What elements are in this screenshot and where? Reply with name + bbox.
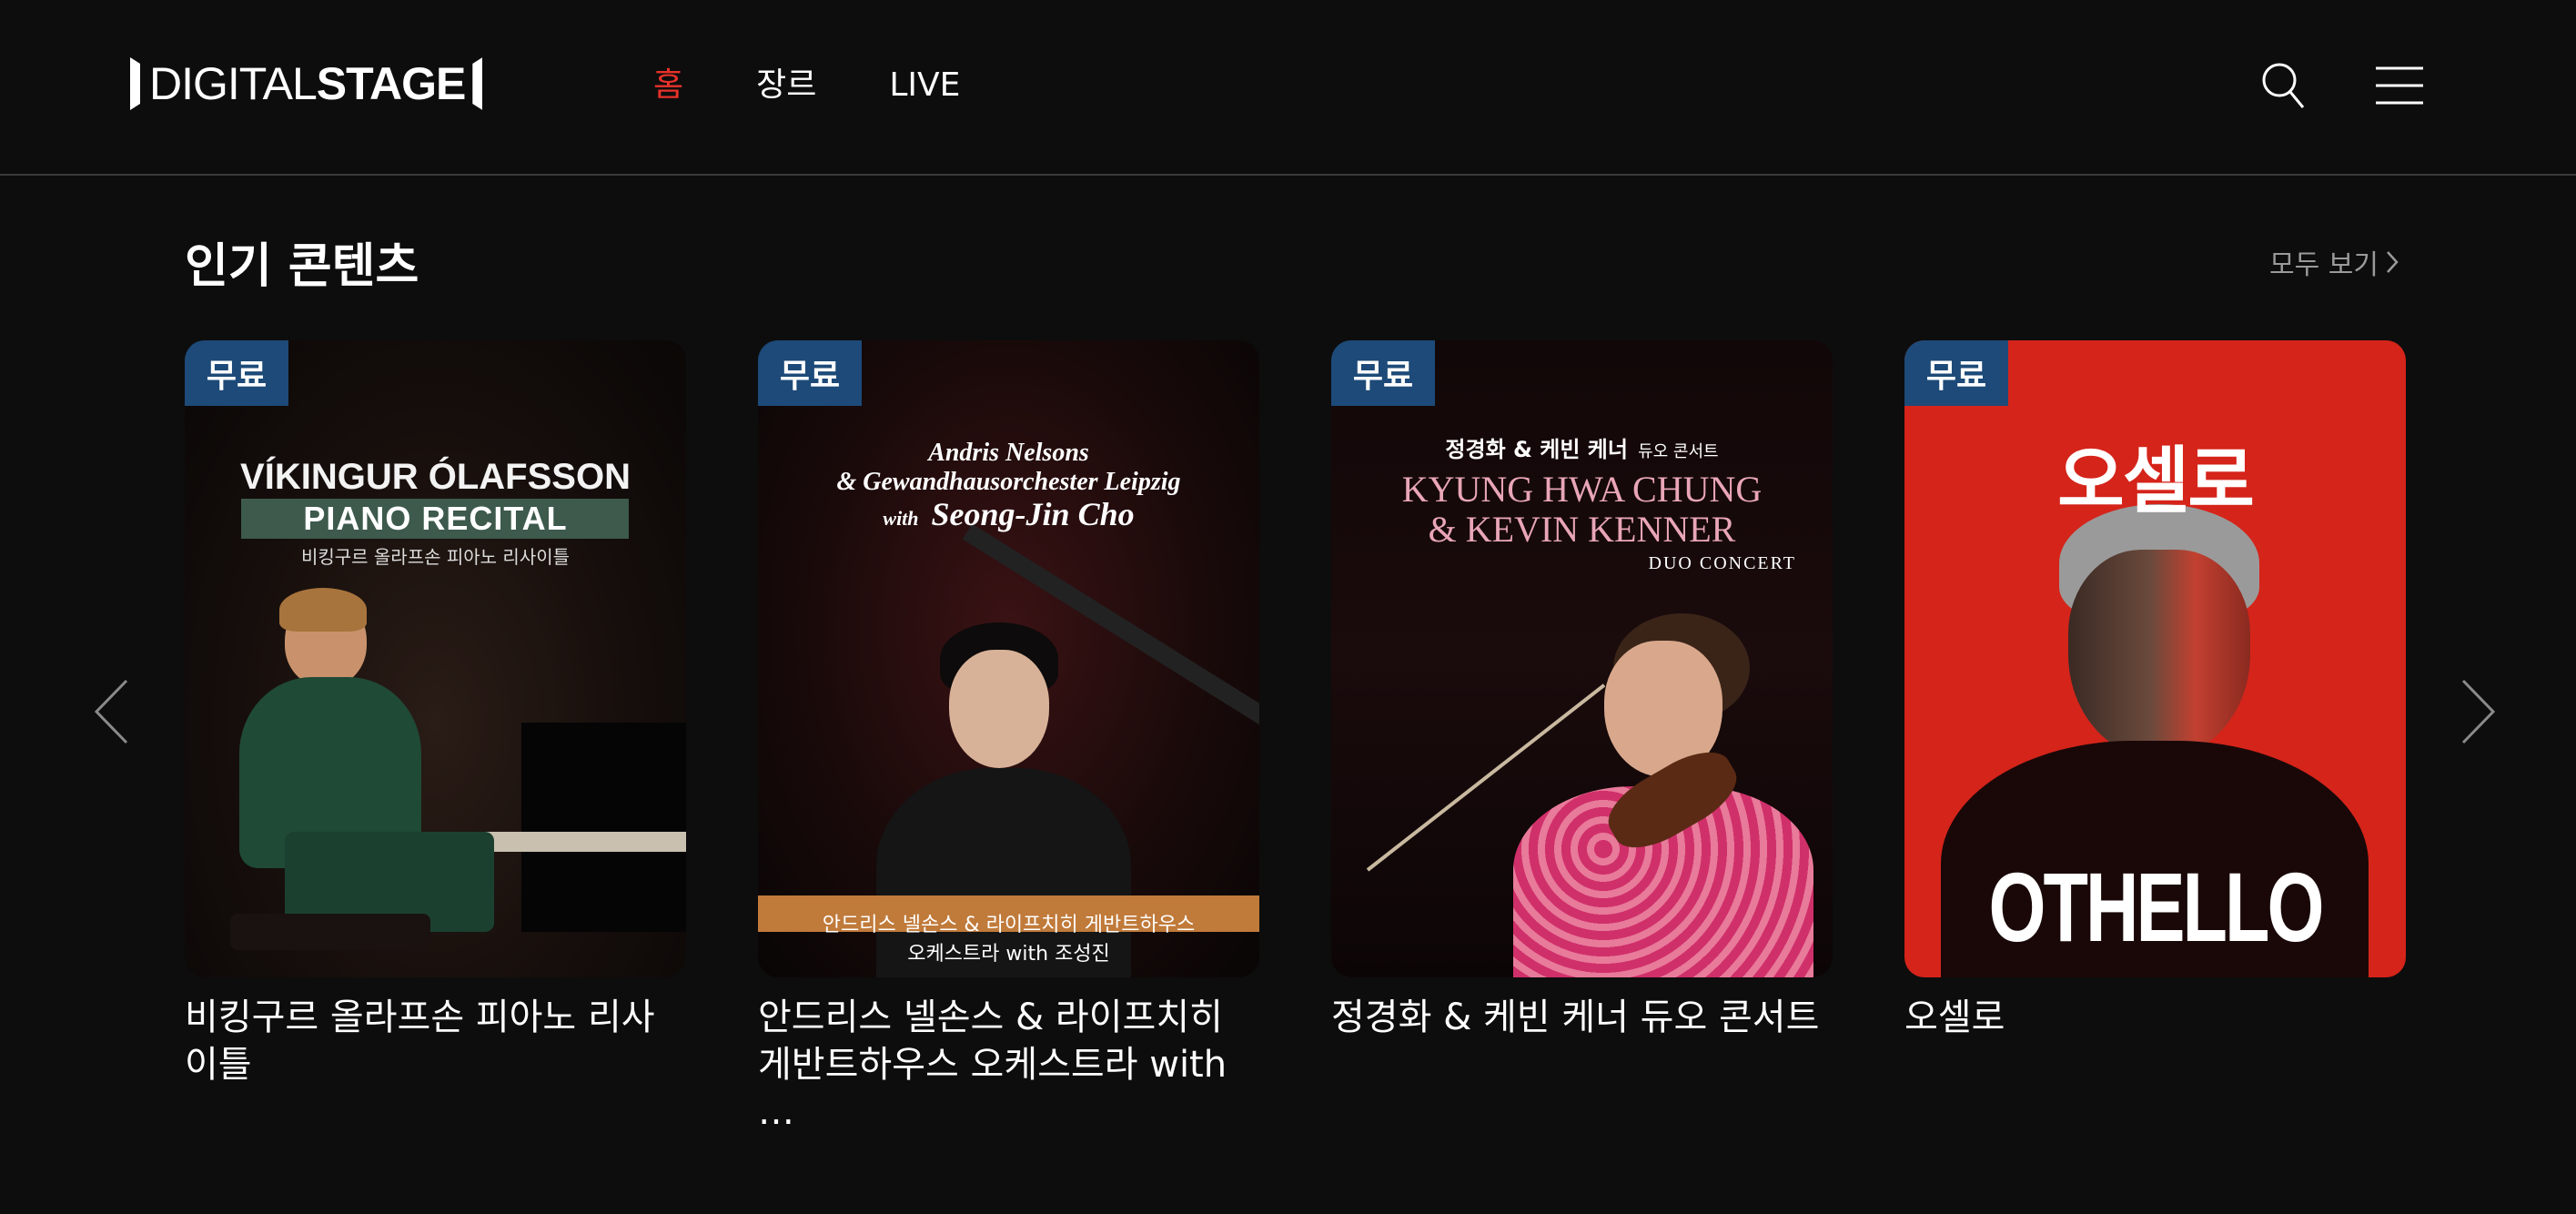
poster-subtitle: & Gewandhausorchester Leipzig [836,468,1181,496]
view-all-link[interactable]: 모두 보기 [2269,242,2399,282]
hamburger-menu-icon[interactable] [2376,66,2423,106]
poster-korean-subtitle: 듀오 콘서트 [1638,442,1719,461]
poster-korean-title: 오셀로 [2057,439,2255,523]
poster-with-word: with [883,507,919,530]
poster-subtitle: PIANO RECITAL [303,500,568,537]
content-card[interactable]: 무료 오셀로 OTHELLO 오셀로 [1904,340,2406,1041]
chevron-right-icon [2461,679,2496,744]
section-title: 인기 콘텐츠 [185,239,419,294]
pianist-hair [279,588,367,632]
piano-shape [521,723,686,932]
poster-korean-title: 비킹구르 올라프손 피아노 리사이틀 [300,546,571,568]
carousel-prev-arrow[interactable] [93,678,129,745]
poster-title: KYUNG HWA CHUNG [1401,469,1763,510]
free-badge: 무료 [185,340,288,406]
nav-home[interactable]: 홈 [653,60,683,111]
card-caption: 비킹구르 올라프손 피아노 리사이틀 [185,996,655,1086]
nav-genre[interactable]: 장르 [756,60,816,111]
poster-image: 무료 VÍKINGUR ÓLAFSSON PIANO RECITAL 비킹구르 … [185,340,686,977]
poster-korean-header: 정경화 & 케빈 케너 듀오 콘서트 [1331,431,1833,463]
card-caption: 오셀로 [1904,996,2005,1038]
poster-image: 무료 오셀로 OTHELLO [1904,340,2406,977]
content-card[interactable]: 무료 VÍKINGUR ÓLAFSSON PIANO RECITAL 비킹구르 … [185,340,686,1088]
piano-keys [476,832,686,852]
pianist-face [949,650,1049,768]
poster-korean-title: 정경화 & 케빈 케너 [1445,437,1628,462]
poster-korean-line2: 오케스트라 with 조성진 [907,943,1110,966]
poster-duo-concert: DUO CONCERT [1648,553,1796,573]
actor-face [2068,550,2250,759]
content-card[interactable]: 무료 Andris Nelsons & Gewandhausorchester … [758,340,1259,1136]
logo-bracket-left [130,57,140,110]
free-badge: 무료 [1904,340,2008,406]
free-badge: 무료 [1331,340,1435,406]
poster-subtitle: & KEVIN KENNER [1428,509,1736,550]
top-header: DIGITAL STAGE 홈 장르 LIVE [0,0,2576,176]
poster-image: 무료 정경화 & 케빈 케너 듀오 콘서트 KYUNG HWA CHUNG & … [1331,340,1833,977]
logo-bracket-right [472,57,483,110]
poster-title: VÍKINGUR ÓLAFSSON [240,457,631,497]
chevron-right-small-icon [2387,251,2399,273]
card-caption: 안드리스 넬손스 & 라이프치히 게반트하우스 오케스트라 with … [758,996,1227,1133]
poster-korean-line1: 안드리스 넬손스 & 라이프치히 게반트하우스 [822,914,1196,936]
poster-with-line: with Seong-Jin Cho [758,495,1259,533]
search-icon[interactable] [2261,62,2305,109]
poster-image: 무료 Andris Nelsons & Gewandhausorchester … [758,340,1259,977]
nav-live[interactable]: LIVE [889,60,960,111]
digital-stage-logo[interactable]: DIGITAL STAGE [130,56,483,111]
chevron-left-icon [94,679,128,744]
card-caption: 정경화 & 케빈 케너 듀오 콘서트 [1331,996,1820,1038]
view-all-label: 모두 보기 [2269,249,2379,281]
main-nav: 홈 장르 LIVE [653,60,960,111]
logo-text-digital: DIGITAL [149,58,318,109]
free-badge: 무료 [758,340,862,406]
carousel-next-arrow[interactable] [2460,678,2497,745]
poster-soloist: Seong-Jin Cho [931,496,1135,532]
poster-duo-line: DUO CONCERT [1649,553,1796,574]
piano-bench [230,914,430,950]
content-card[interactable]: 무료 정경화 & 케빈 케너 듀오 콘서트 KYUNG HWA CHUNG & … [1331,340,1833,1041]
logo-text-stage: STAGE [316,58,467,109]
poster-title: OTHELLO [1988,852,2325,962]
poster-title: Andris Nelsons [928,439,1089,467]
